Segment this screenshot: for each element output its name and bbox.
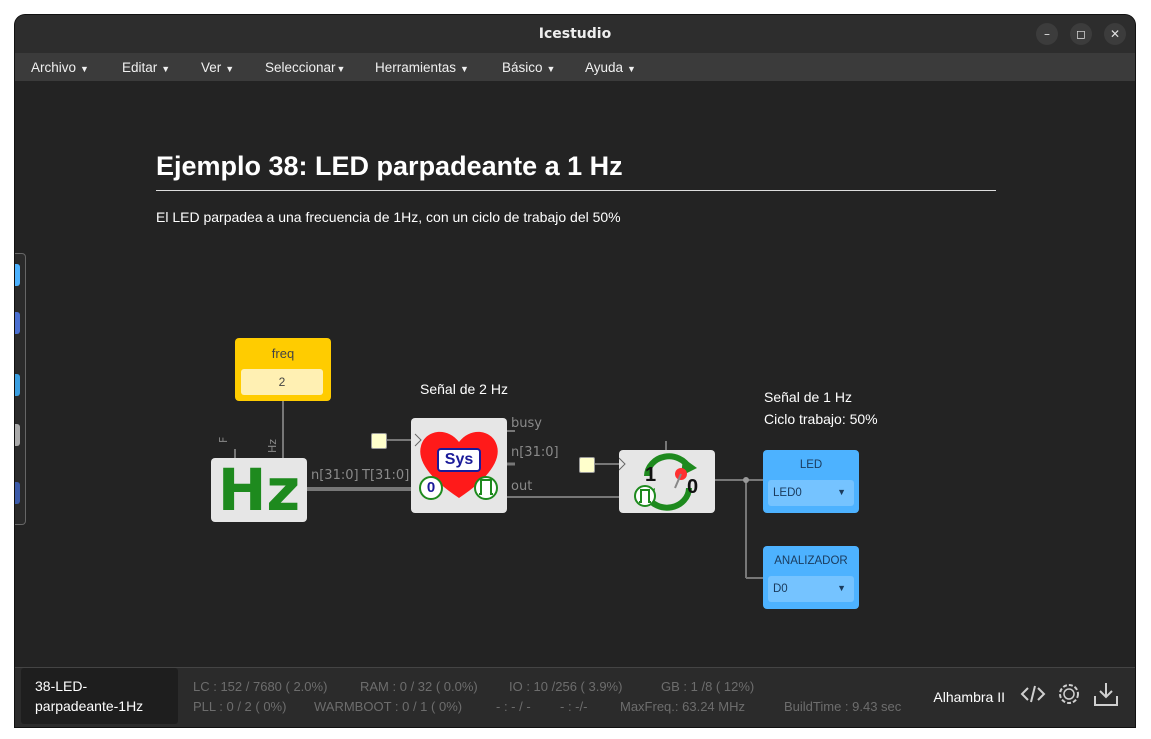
dropdown-arrow-icon: ▼: [837, 583, 846, 593]
verify-code-icon[interactable]: [1019, 680, 1047, 713]
upload-download-icon[interactable]: [1092, 680, 1120, 713]
close-button[interactable]: ✕: [1104, 23, 1126, 45]
hz-symbol: Hz: [217, 456, 301, 524]
port-n-out-label: n[31:0]: [511, 445, 559, 460]
menu-bar: Archivo ▼ Editar ▼ Ver ▼ Seleccionar▼ Herra…: [15, 53, 1135, 82]
analyzer-output-block[interactable]: ANALIZADOR D0 ▼: [763, 546, 859, 609]
hz-block[interactable]: Hz: [211, 458, 307, 522]
sys-zero: 0: [426, 479, 436, 496]
stat-warmboot: WARMBOOT : 0 / 1 ( 0%): [314, 699, 463, 714]
led-output-block[interactable]: LED LED0 ▼: [763, 450, 859, 513]
port-hz-label: Hz: [266, 438, 279, 453]
menu-basico[interactable]: Básico ▼: [502, 60, 555, 75]
duty-cycle-label: Ciclo trabajo: 50%: [764, 411, 878, 427]
port-out-label: out: [511, 479, 533, 494]
stat-maxfreq: MaxFreq.: 63.24 MHz: [620, 699, 745, 714]
sys-label: Sys: [437, 448, 481, 472]
stat-ram: RAM : 0 / 32 ( 0.0%): [360, 679, 478, 694]
stat-gb: GB : 1 /8 ( 12%): [661, 679, 755, 694]
analyzer-pin-value: D0: [773, 583, 788, 595]
clock-input-sys[interactable]: [371, 433, 387, 449]
wires-layer: [234, 401, 763, 579]
toggle-one: 1: [645, 464, 657, 486]
menu-seleccionar-label: Seleccionar: [265, 60, 336, 75]
stat-blank-1: - : - / -: [496, 699, 531, 714]
menu-editar-label: Editar: [122, 60, 158, 75]
menu-ver[interactable]: Ver ▼: [201, 60, 234, 75]
menu-ayuda[interactable]: Ayuda ▼: [585, 60, 636, 75]
toggle-refresh-icon: [619, 453, 697, 511]
led-output-name: LED: [799, 459, 823, 471]
menu-ayuda-label: Ayuda: [585, 60, 624, 75]
menu-seleccionar[interactable]: Seleccionar▼: [265, 60, 345, 75]
clock-input-toggle[interactable]: [579, 457, 595, 473]
sys-block[interactable]: Sys 0: [411, 418, 507, 513]
menu-herramientas[interactable]: Herramientas ▼: [375, 60, 469, 75]
build-gear-icon[interactable]: [1055, 680, 1083, 713]
wire-junction: [743, 477, 749, 483]
const-freq-value[interactable]: 2: [241, 369, 323, 395]
menu-archivo[interactable]: Archivo ▼: [31, 60, 89, 75]
menu-editar[interactable]: Editar ▼: [122, 60, 170, 75]
icestudio-window: Icestudio – ◻ ✕ Archivo ▼ Editar ▼ Ver ▼ Se…: [15, 15, 1135, 727]
port-busy-label: busy: [511, 416, 542, 431]
stat-blank-2: - : -/-: [560, 699, 588, 714]
signal-1hz-label: Señal de 1 Hz: [764, 389, 852, 405]
status-footer: 38-LED-parpadeante-1Hz LC : 152 / 7680 (…: [15, 667, 1135, 727]
const-freq-name: freq: [271, 346, 295, 361]
menu-herramientas-label: Herramientas: [375, 60, 457, 75]
led-pin-select[interactable]: LED0 ▼: [768, 480, 854, 506]
menu-archivo-label: Archivo: [31, 60, 77, 75]
toggle-block[interactable]: 1 0: [619, 450, 715, 513]
design-canvas[interactable]: Ejemplo 38: LED parpadeante a 1 Hz El LE…: [15, 81, 1135, 682]
port-t-label: T[31:0]: [362, 468, 410, 483]
menu-ver-label: Ver: [201, 60, 222, 75]
led-pin-value: LED0: [773, 487, 802, 499]
maximize-button[interactable]: ◻: [1070, 23, 1092, 45]
port-n-label: n[31:0]: [311, 468, 359, 483]
stat-io: IO : 10 /256 ( 3.9%): [509, 679, 623, 694]
toggle-zero: 0: [687, 476, 699, 498]
analyzer-pin-select[interactable]: D0 ▼: [768, 576, 854, 602]
stat-pll: PLL : 0 / 2 ( 0%): [193, 699, 287, 714]
title-bar: Icestudio – ◻ ✕: [15, 15, 1135, 53]
const-freq-block[interactable]: freq 2: [235, 338, 331, 401]
dropdown-arrow-icon: ▼: [837, 487, 846, 497]
minimize-button[interactable]: –: [1036, 23, 1058, 45]
project-filename: 38-LED-parpadeante-1Hz: [21, 668, 178, 724]
board-selector[interactable]: Alhambra II: [933, 689, 1005, 705]
window-title: Icestudio: [538, 26, 612, 42]
stat-buildtime: BuildTime : 9.43 sec: [784, 699, 902, 714]
signal-2hz-label: Señal de 2 Hz: [420, 381, 508, 397]
menu-basico-label: Básico: [502, 60, 543, 75]
stat-lc: LC : 152 / 7680 ( 2.0%): [193, 679, 328, 694]
analyzer-output-name: ANALIZADOR: [774, 555, 848, 567]
port-f-label: F: [217, 436, 230, 443]
